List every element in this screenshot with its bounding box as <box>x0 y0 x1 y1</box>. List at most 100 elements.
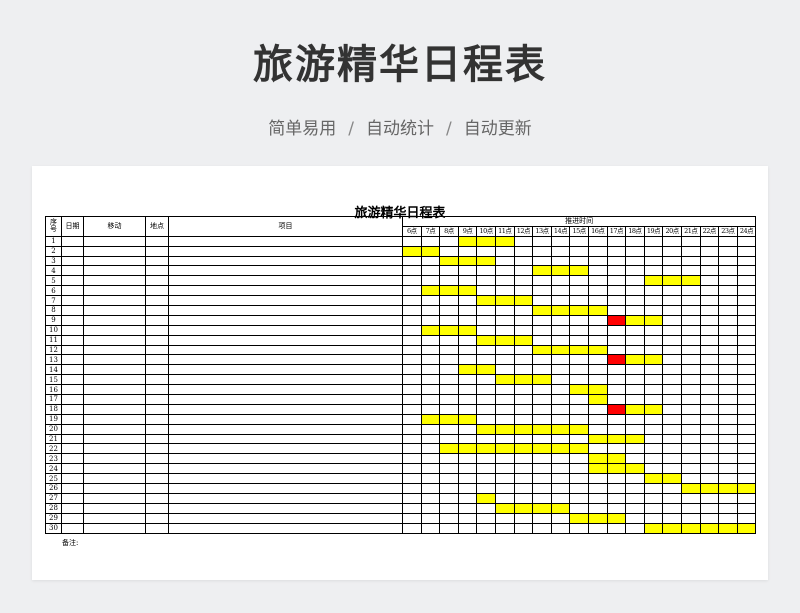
subtitle-item-easy: 简单易用 <box>268 119 337 139</box>
schedule-bar-cell <box>402 245 422 257</box>
cell-move <box>83 295 146 307</box>
schedule-bar-cell <box>420 413 441 425</box>
header-hour: 19点 <box>643 225 664 237</box>
cell-move <box>83 473 146 485</box>
cell-date <box>61 245 84 257</box>
schedule-bar-cell <box>532 305 552 316</box>
hour-cell <box>643 423 664 435</box>
hour-cell <box>718 275 738 287</box>
hour-cell <box>718 384 738 396</box>
hour-cell <box>662 364 682 376</box>
schedule-bar-cell <box>513 423 534 435</box>
schedule-bar-cell <box>718 483 738 494</box>
hour-cell <box>643 295 664 307</box>
cell-date <box>61 502 84 514</box>
row-number: 17 <box>45 394 62 405</box>
hour-cell <box>718 453 738 465</box>
table-row: 26 <box>45 483 757 494</box>
schedule-bar-cell <box>476 443 496 455</box>
hour-cell <box>643 245 664 257</box>
cell-place <box>145 344 169 356</box>
hour-cell <box>550 394 571 405</box>
cell-date <box>61 512 84 524</box>
hour-cell <box>569 364 589 376</box>
header-hour: 7点 <box>420 225 441 237</box>
hour-cell <box>457 344 478 356</box>
hour-cell <box>625 512 645 524</box>
hour-cell <box>494 245 515 257</box>
cell-item <box>168 354 403 366</box>
hour-cell <box>587 255 608 267</box>
hour-cell <box>680 334 701 346</box>
hour-cell <box>662 433 682 445</box>
cell-place <box>145 492 169 504</box>
hour-cell <box>513 305 534 316</box>
hour-cell <box>513 512 534 524</box>
schedule-bar-cell <box>606 463 627 475</box>
cell-item <box>168 423 403 435</box>
cell-date <box>61 374 84 386</box>
schedule-bar-cell <box>662 522 682 534</box>
hour-cell <box>513 354 534 366</box>
hour-cell <box>606 384 627 396</box>
hour-cell <box>587 364 608 376</box>
hour-cell <box>402 394 422 405</box>
hour-cell <box>476 463 496 475</box>
hour-cell <box>550 453 571 465</box>
hour-cell <box>476 522 496 534</box>
schedule-bar-cell <box>457 364 478 376</box>
row-number: 24 <box>45 463 62 475</box>
hour-cell <box>736 344 757 356</box>
cell-place <box>145 265 169 277</box>
table-row: 13 <box>45 354 757 366</box>
cell-place <box>145 433 169 445</box>
hour-cell <box>606 423 627 435</box>
hour-cell <box>625 502 645 514</box>
cell-item <box>168 295 403 307</box>
hour-cell <box>402 354 422 366</box>
cell-move <box>83 433 146 445</box>
row-number: 1 <box>45 235 62 247</box>
hour-cell <box>606 492 627 504</box>
hour-cell <box>718 354 738 366</box>
hour-cell <box>625 473 645 485</box>
hour-cell <box>494 492 515 504</box>
hour-cell <box>494 314 515 326</box>
hour-cell <box>476 403 496 415</box>
hour-cell <box>606 255 627 267</box>
hour-cell <box>494 463 515 475</box>
cell-date <box>61 483 84 494</box>
hour-cell <box>476 275 496 287</box>
hour-cell <box>718 305 738 316</box>
hour-cell <box>457 492 478 504</box>
hour-cell <box>680 374 701 386</box>
schedule-bar-cell <box>550 265 571 277</box>
hour-cell <box>736 334 757 346</box>
hour-cell <box>662 413 682 425</box>
cell-date <box>61 384 84 396</box>
schedule-bar-cell <box>439 324 459 336</box>
cell-date <box>61 344 84 356</box>
schedule-bar-cell <box>643 314 664 326</box>
schedule-bar-cell <box>550 443 571 455</box>
cell-place <box>145 275 169 287</box>
hour-cell <box>402 295 422 307</box>
hour-cell <box>402 334 422 346</box>
hour-cell <box>513 275 534 287</box>
subtitle-item-stats: 自动统计 <box>366 119 434 139</box>
cell-date <box>61 364 84 376</box>
hour-cell <box>494 394 515 405</box>
hour-cell <box>736 285 757 297</box>
cell-item <box>168 344 403 356</box>
hour-cell <box>439 245 459 257</box>
hour-cell <box>625 334 645 346</box>
hour-cell <box>662 492 682 504</box>
schedule-bar-cell <box>587 512 608 524</box>
cell-date <box>61 334 84 346</box>
hour-cell <box>439 423 459 435</box>
hour-cell <box>699 413 720 425</box>
hour-cell <box>476 512 496 524</box>
hour-cell <box>569 285 589 297</box>
hour-cell <box>680 235 701 247</box>
schedule-bar-cell <box>550 344 571 356</box>
